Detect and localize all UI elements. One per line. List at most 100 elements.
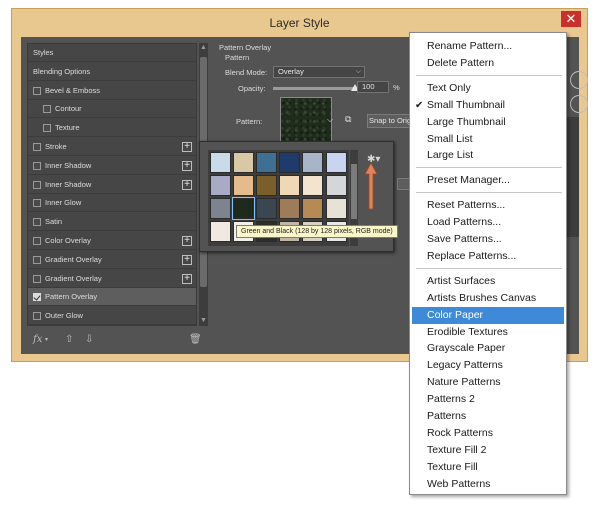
- menu-item-small-thumbnail[interactable]: ✔ Small Thumbnail: [410, 97, 566, 114]
- fx-dropdown-chevron-icon[interactable]: ▾: [45, 336, 48, 343]
- pattern-tile[interactable]: [210, 152, 231, 173]
- style-item-color-overlay[interactable]: Color Overlay +: [28, 232, 196, 250]
- style-item-outer-glow[interactable]: Outer Glow: [28, 307, 196, 326]
- style-checkbox[interactable]: [33, 218, 41, 227]
- pattern-tile[interactable]: [210, 175, 231, 197]
- pattern-tile[interactable]: [279, 175, 301, 197]
- pattern-tile[interactable]: [232, 197, 256, 221]
- pattern-tile[interactable]: [302, 152, 324, 173]
- style-item-pattern-overlay[interactable]: Pattern Overlay: [28, 288, 196, 307]
- menu-item-text-only[interactable]: Text Only: [410, 80, 566, 97]
- pattern-tile[interactable]: [302, 198, 324, 220]
- menu-item-rock-patterns[interactable]: Rock Patterns: [410, 425, 566, 442]
- style-item-label: Color Overlay: [45, 236, 91, 245]
- pattern-tile[interactable]: [256, 198, 278, 220]
- menu-item-label: Reset Patterns...: [427, 199, 506, 212]
- right-circle-icon[interactable]: [570, 71, 588, 89]
- add-effect-plus-icon[interactable]: +: [182, 160, 192, 171]
- add-effect-plus-icon[interactable]: +: [182, 236, 192, 246]
- menu-item-replace-patterns[interactable]: Replace Patterns...: [410, 248, 566, 265]
- style-item-label: Blending Options: [33, 66, 91, 76]
- add-effect-plus-icon[interactable]: +: [182, 273, 192, 284]
- style-checkbox[interactable]: [33, 161, 41, 170]
- arrow-down-icon[interactable]: ⇩: [85, 334, 93, 345]
- trash-icon[interactable]: 🗑: [189, 334, 202, 345]
- menu-item-artists-brushes-canvas[interactable]: Artists Brushes Canvas: [410, 290, 566, 307]
- menu-item-delete-pattern[interactable]: Delete Pattern: [410, 55, 566, 72]
- add-effect-plus-icon[interactable]: +: [182, 254, 192, 265]
- pattern-tile[interactable]: [233, 152, 255, 173]
- menu-item-artist-surfaces[interactable]: Artist Surfaces: [410, 273, 566, 290]
- menu-item-patterns[interactable]: Patterns: [410, 408, 566, 425]
- style-checkbox[interactable]: [33, 312, 41, 321]
- pattern-tile[interactable]: [233, 175, 255, 197]
- style-checkbox[interactable]: [33, 255, 41, 264]
- pattern-dropdown-chevron-icon[interactable]: ⌵: [327, 115, 333, 125]
- style-checkbox[interactable]: [33, 237, 41, 245]
- style-item-blending-options[interactable]: Blending Options: [28, 63, 196, 81]
- menu-separator: [416, 74, 562, 76]
- style-item-gradient-overlay[interactable]: Gradient Overlay +: [28, 251, 196, 269]
- opacity-slider-track[interactable]: [273, 87, 355, 90]
- close-button[interactable]: ✕: [561, 11, 581, 27]
- menu-item-label: Color Paper: [427, 308, 484, 321]
- style-item-inner-glow[interactable]: Inner Glow: [28, 194, 196, 213]
- menu-item-preset-manager[interactable]: Preset Manager...: [410, 172, 566, 189]
- right-circle-icon[interactable]: [570, 95, 588, 113]
- style-checkbox[interactable]: [33, 180, 41, 189]
- style-checkbox[interactable]: [33, 274, 41, 283]
- opacity-input[interactable]: 100: [357, 81, 389, 93]
- pattern-tile[interactable]: [279, 198, 301, 220]
- menu-item-small-list[interactable]: Small List: [410, 131, 566, 148]
- style-item-inner-shadow[interactable]: Inner Shadow +: [28, 157, 196, 175]
- add-effect-plus-icon[interactable]: +: [182, 142, 192, 152]
- menu-item-grayscale-paper[interactable]: Grayscale Paper: [410, 340, 566, 357]
- scroll-up-arrow-icon[interactable]: ▲: [199, 43, 208, 53]
- style-checkbox[interactable]: [33, 143, 41, 151]
- menu-item-erodible-textures[interactable]: Erodible Textures: [410, 324, 566, 341]
- menu-item-color-paper[interactable]: Color Paper: [412, 306, 564, 324]
- style-checkbox[interactable]: [43, 105, 51, 114]
- blend-mode-select[interactable]: Overlay ⌵: [273, 66, 365, 78]
- pattern-tile[interactable]: [325, 175, 347, 197]
- pattern-tile[interactable]: [302, 175, 324, 197]
- pattern-tile[interactable]: [256, 152, 278, 173]
- menu-item-label: Rock Patterns: [427, 426, 493, 439]
- style-checkbox[interactable]: [33, 293, 41, 302]
- style-item-gradient-overlay[interactable]: Gradient Overlay +: [28, 270, 196, 288]
- new-preset-icon[interactable]: ⧉: [345, 114, 351, 125]
- pattern-tile[interactable]: [279, 152, 301, 173]
- pattern-tile[interactable]: [210, 221, 231, 243]
- fx-icon[interactable]: fx: [33, 334, 42, 345]
- style-item-satin[interactable]: Satin: [28, 213, 196, 232]
- style-checkbox[interactable]: [33, 86, 41, 95]
- menu-item-patterns-2[interactable]: Patterns 2: [410, 391, 566, 408]
- menu-item-load-patterns[interactable]: Load Patterns...: [410, 214, 566, 231]
- style-item-bevel-emboss[interactable]: Bevel & Emboss: [28, 82, 196, 100]
- pattern-tile[interactable]: [210, 198, 231, 220]
- arrow-up-icon[interactable]: ⇧: [65, 334, 73, 345]
- style-checkbox[interactable]: [33, 199, 41, 208]
- menu-item-nature-patterns[interactable]: Nature Patterns: [410, 374, 566, 391]
- style-checkbox[interactable]: [43, 124, 51, 133]
- scroll-down-arrow-icon[interactable]: ▼: [199, 316, 208, 326]
- style-item-inner-shadow[interactable]: Inner Shadow +: [28, 176, 196, 194]
- pattern-tile[interactable]: [325, 152, 347, 173]
- pattern-tile[interactable]: [256, 175, 278, 197]
- style-item-texture[interactable]: Texture: [28, 119, 196, 138]
- menu-item-legacy-patterns[interactable]: Legacy Patterns: [410, 357, 566, 374]
- menu-item-large-list[interactable]: Large List: [410, 147, 566, 164]
- menu-item-web-patterns[interactable]: Web Patterns: [410, 476, 566, 493]
- pattern-scrollbar-thumb[interactable]: [351, 164, 357, 219]
- menu-item-texture-fill[interactable]: Texture Fill: [410, 459, 566, 476]
- style-item-stroke[interactable]: Stroke +: [28, 138, 196, 156]
- add-effect-plus-icon[interactable]: +: [182, 179, 192, 190]
- menu-item-texture-fill-2[interactable]: Texture Fill 2: [410, 442, 566, 459]
- menu-item-large-thumbnail[interactable]: Large Thumbnail: [410, 114, 566, 131]
- menu-item-rename-pattern[interactable]: Rename Pattern...: [410, 38, 566, 55]
- menu-item-reset-patterns[interactable]: Reset Patterns...: [410, 197, 566, 214]
- styles-header[interactable]: Styles: [28, 44, 196, 62]
- menu-item-save-patterns[interactable]: Save Patterns...: [410, 231, 566, 248]
- pattern-tile[interactable]: [325, 198, 347, 220]
- style-item-contour[interactable]: Contour: [28, 100, 196, 119]
